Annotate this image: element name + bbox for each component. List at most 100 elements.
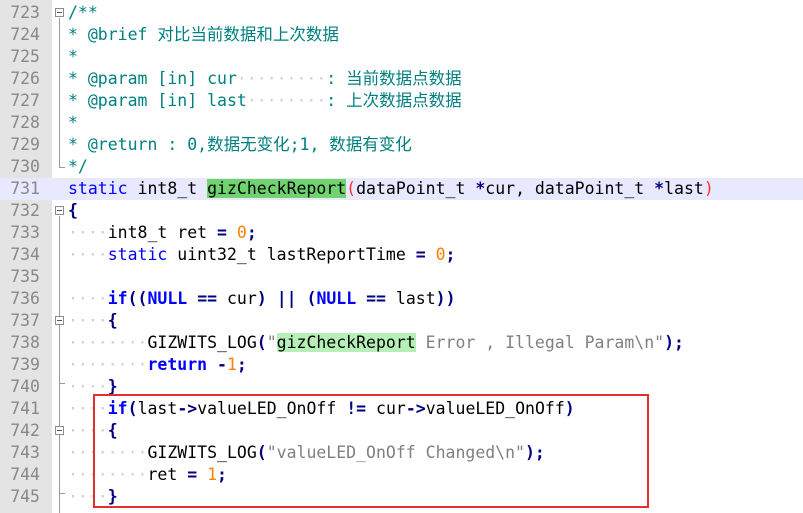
code-text: * @brief 对比当前数据和上次数据: [68, 24, 339, 46]
fold-toggle-icon[interactable]: [55, 316, 64, 325]
code-line[interactable]: 736 ····if((NULL == cur) || (NULL == last…: [0, 288, 803, 310]
code-token: */: [68, 157, 88, 176]
code-token: : 上次数据点数据: [326, 91, 462, 110]
code-token: gizCheckReport: [207, 179, 347, 198]
code-token: ||: [276, 289, 297, 308]
code-line[interactable]: 725 *: [0, 46, 803, 68]
code-token: if: [107, 289, 128, 308]
line-number: 734: [10, 245, 40, 264]
code-token: static: [107, 245, 168, 264]
code-token: GIZWITS_LOG: [147, 333, 257, 352]
code-token: ····: [68, 311, 108, 330]
line-number: 739: [10, 355, 40, 374]
code-token: =: [415, 245, 426, 264]
code-text: ····static uint32_t lastReportTime = 0;: [68, 244, 455, 266]
line-number: 740: [10, 377, 40, 396]
code-text: ····if((NULL == cur) || (NULL == last)): [68, 288, 456, 310]
code-token: cur: [217, 289, 257, 308]
code-token: * @param [in] last: [68, 91, 247, 110]
code-line[interactable]: 744 ········ret = 1;: [0, 464, 803, 486]
code-line[interactable]: 742 ····{: [0, 420, 803, 442]
code-token: ": [266, 333, 277, 352]
code-token: 0: [435, 245, 446, 264]
code-token: ;: [445, 245, 456, 264]
code-token: : 当前数据点数据: [326, 69, 462, 88]
line-number: 735: [10, 267, 40, 286]
code-token: 1: [226, 355, 237, 374]
code-token: ····: [68, 223, 108, 242]
line-number: 723: [10, 3, 40, 22]
code-token: valueLED_OnOff: [425, 399, 565, 418]
code-text: ····if(last->valueLED_OnOff != cur->valu…: [68, 398, 575, 420]
code-token: !=: [346, 399, 367, 418]
code-token: ····: [68, 289, 108, 308]
code-token: ········: [68, 333, 148, 352]
code-line[interactable]: 741 ····if(last->valueLED_OnOff != cur->v…: [0, 398, 803, 420]
code-line[interactable]: 739 ········return -1;: [0, 354, 803, 376]
code-token: ;: [246, 223, 257, 242]
code-token: {: [107, 421, 118, 440]
code-line[interactable]: 727 * @param [in] last········: 上次数据点数据: [0, 90, 803, 112]
code-line[interactable]: 729 * @return : 0,数据无变化;1, 数据有变化: [0, 134, 803, 156]
code-token: cur: [366, 399, 406, 418]
code-line[interactable]: 728 *: [0, 112, 803, 134]
code-token: cur, dataPoint_t: [485, 179, 655, 198]
line-number: 726: [10, 69, 40, 88]
code-token: ==: [366, 289, 386, 308]
code-token: {: [107, 311, 118, 330]
code-token: ·········: [236, 69, 327, 88]
code-line[interactable]: 738 ········GIZWITS_LOG("gizCheckReport E…: [0, 332, 803, 354]
code-token: GIZWITS_LOG: [147, 443, 257, 462]
code-text: *: [68, 112, 78, 134]
code-token: * @return : 0,数据无变化;1, 数据有变化: [68, 135, 412, 154]
code-token: static: [68, 179, 128, 198]
code-text: ········GIZWITS_LOG("valueLED_OnOff Chan…: [68, 442, 545, 464]
code-token: valueLED_OnOff: [197, 399, 347, 418]
code-line[interactable]: 743 ········GIZWITS_LOG("valueLED_OnOff C…: [0, 442, 803, 464]
code-line[interactable]: 723 /**: [0, 2, 803, 24]
code-line[interactable]: 726 * @param [in] cur·········: 当前数据点数据: [0, 68, 803, 90]
code-token: ret: [147, 465, 188, 484]
code-text: */: [68, 156, 88, 178]
fold-toggle-icon[interactable]: [55, 8, 64, 17]
code-line[interactable]: 735: [0, 266, 803, 288]
code-token: =: [187, 465, 198, 484]
code-token: *: [475, 179, 486, 198]
code-line[interactable]: 740 ····}: [0, 376, 803, 398]
code-token: ->: [177, 399, 198, 418]
code-line[interactable]: 732 {: [0, 200, 803, 222]
code-line[interactable]: 734 ····static uint32_t lastReportTime = …: [0, 244, 803, 266]
code-token: (: [306, 289, 317, 308]
code-text: ········return -1;: [68, 354, 247, 376]
code-line[interactable]: 730 */: [0, 156, 803, 178]
fold-toggle-icon[interactable]: [55, 426, 64, 435]
code-token: uint32_t lastReportTime: [167, 245, 416, 264]
code-token: {: [68, 201, 78, 220]
code-line[interactable]: 733 ····int8_t ret = 0;: [0, 222, 803, 244]
code-text: ········ret = 1;: [68, 464, 227, 486]
code-token: (: [256, 443, 267, 462]
code-line[interactable]: 731 static int8_t gizCheckReport(dataPoin…: [0, 178, 803, 200]
code-token: ;: [217, 465, 227, 484]
code-token: ····: [68, 421, 108, 440]
code-text: static int8_t gizCheckReport(dataPoint_t…: [68, 178, 714, 200]
code-token: *: [68, 113, 78, 132]
code-line[interactable]: 737 ····{: [0, 310, 803, 332]
code-line[interactable]: 724 * @brief 对比当前数据和上次数据: [0, 24, 803, 46]
code-token: (: [127, 399, 138, 418]
code-token: )): [435, 289, 456, 308]
code-token: *: [68, 47, 78, 66]
line-number: 731: [10, 179, 40, 198]
code-token: * @param [in] cur: [68, 69, 237, 88]
code-line[interactable]: 745 ····}: [0, 486, 803, 508]
code-token: ····: [68, 399, 108, 418]
fold-toggle-icon[interactable]: [55, 206, 64, 215]
code-token: -: [217, 355, 227, 374]
code-token: ····: [68, 377, 108, 396]
line-number: 743: [10, 443, 40, 462]
line-number: 736: [10, 289, 40, 308]
code-token: ········: [68, 355, 148, 374]
code-editor[interactable]: 723 /** 724 * @brief 对比当前数据和上次数据 725 * 726 * @p…: [0, 0, 803, 513]
